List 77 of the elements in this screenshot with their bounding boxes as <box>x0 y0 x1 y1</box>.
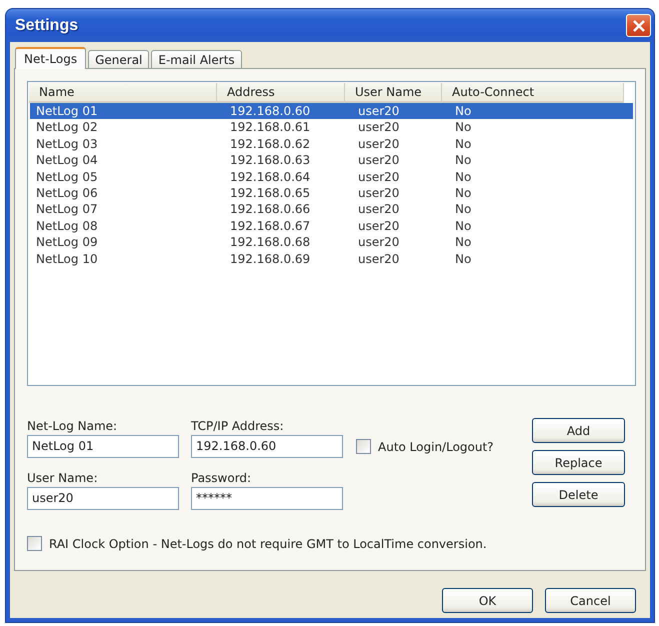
tab[interactable]: E-mail Alerts <box>151 50 242 68</box>
field-label: TCP/IP Address: <box>191 419 285 435</box>
table-cell-text: 192.168.0.66 <box>229 201 312 218</box>
table-cell-text: 192.168.0.61 <box>229 119 312 136</box>
tab[interactable]: General <box>88 50 150 68</box>
table-cell-text: No <box>454 136 472 152</box>
text-field[interactable]: user20 <box>27 487 179 510</box>
text-field[interactable]: ****** <box>191 487 343 510</box>
table-cell-text: 192.168.0.67 <box>229 218 312 234</box>
table-cell-text: user20 <box>357 119 400 136</box>
list-row[interactable]: NetLog 02 192.168.0.61 user20 No <box>30 119 633 136</box>
table-cell-text: NetLog 02 <box>35 119 99 136</box>
text-field[interactable]: 192.168.0.60 <box>191 435 343 458</box>
list-row[interactable]: NetLog 01 192.168.0.60 user20 No <box>30 103 633 120</box>
list-row[interactable]: NetLog 08 192.168.0.67 user20 No <box>30 218 633 234</box>
checkbox-label: Auto Login/Logout? <box>378 440 494 454</box>
field-label: User Name: <box>27 471 99 487</box>
column-header[interactable]: Address <box>217 83 345 101</box>
table-cell-text: 192.168.0.63 <box>229 152 312 169</box>
tab[interactable]: Net-Logs <box>15 47 86 69</box>
close-icon <box>632 20 644 32</box>
table-cell-text: 192.168.0.60 <box>229 103 312 120</box>
list-row[interactable]: NetLog 06 192.168.0.65 user20 No <box>30 184 633 202</box>
table-cell-text: No <box>454 201 472 218</box>
dialog-button[interactable]: Cancel <box>545 588 636 613</box>
table-cell-text: NetLog 01 <box>35 103 99 120</box>
table-cell-text: No <box>454 152 472 169</box>
table-cell-text: user20 <box>357 201 400 218</box>
action-button[interactable]: Add <box>532 418 625 443</box>
checkbox-label: RAI Clock Option - Net-Logs do not require GMT to LocalTime conversion. <box>49 536 487 550</box>
table-cell-text: user20 <box>357 168 400 185</box>
list-row[interactable]: NetLog 09 192.168.0.68 user20 No <box>30 234 633 251</box>
table-cell-text: NetLog 08 <box>35 218 99 234</box>
column-header[interactable]: User Name <box>345 83 442 101</box>
table-cell-text: No <box>454 119 472 136</box>
list-row[interactable]: NetLog 04 192.168.0.63 user20 No <box>30 152 633 169</box>
table-cell-text: 192.168.0.65 <box>229 184 312 202</box>
table-cell-text: No <box>454 218 472 234</box>
checkbox[interactable] <box>356 439 371 454</box>
list-row[interactable]: NetLog 03 192.168.0.62 user20 No <box>30 136 633 152</box>
window-title: Settings <box>15 16 78 34</box>
column-header[interactable]: Name <box>29 83 217 101</box>
table-cell-text: NetLog 07 <box>35 201 99 218</box>
dialog-button[interactable]: OK <box>442 588 533 613</box>
table-cell-text: user20 <box>357 218 400 234</box>
table-cell-text: NetLog 05 <box>35 168 99 185</box>
table-cell-text: user20 <box>357 136 400 152</box>
text-field[interactable]: NetLog 01 <box>27 435 179 458</box>
list-row[interactable]: NetLog 07 192.168.0.66 user20 No <box>30 201 633 218</box>
table-cell-text: NetLog 03 <box>35 136 99 152</box>
table-cell-text: No <box>454 184 472 202</box>
list-row[interactable]: NetLog 05 192.168.0.64 user20 No <box>30 168 633 185</box>
table-cell-text: No <box>454 234 472 251</box>
action-button[interactable]: Replace <box>532 450 625 475</box>
table-cell-text: user20 <box>357 184 400 202</box>
table-cell-text: 192.168.0.68 <box>229 234 312 251</box>
table-cell-text: No <box>454 103 472 120</box>
action-button[interactable]: Delete <box>532 482 625 507</box>
table-cell-text: user20 <box>357 234 400 251</box>
table-cell-text: 192.168.0.62 <box>229 136 312 152</box>
list-row[interactable]: NetLog 10 192.168.0.69 user20 No <box>30 250 633 267</box>
table-cell-text: NetLog 06 <box>35 184 99 202</box>
table-cell-text: 192.168.0.69 <box>229 250 312 267</box>
close-button[interactable] <box>626 14 651 37</box>
checkbox[interactable] <box>27 536 42 551</box>
table-cell-text: 192.168.0.64 <box>229 168 312 185</box>
table-cell-text: user20 <box>357 103 400 120</box>
table-cell-text: NetLog 10 <box>35 250 99 267</box>
field-label: Net-Log Name: <box>27 419 118 435</box>
column-header[interactable]: Auto-Connect <box>442 83 624 101</box>
table-cell-text: NetLog 04 <box>35 152 99 169</box>
table-cell-text: NetLog 09 <box>35 234 99 251</box>
table-cell-text: No <box>454 250 472 267</box>
table-cell-text: user20 <box>357 250 400 267</box>
table-cell-text: user20 <box>357 152 400 169</box>
field-label: Password: <box>191 471 252 487</box>
table-cell-text: No <box>454 168 472 185</box>
